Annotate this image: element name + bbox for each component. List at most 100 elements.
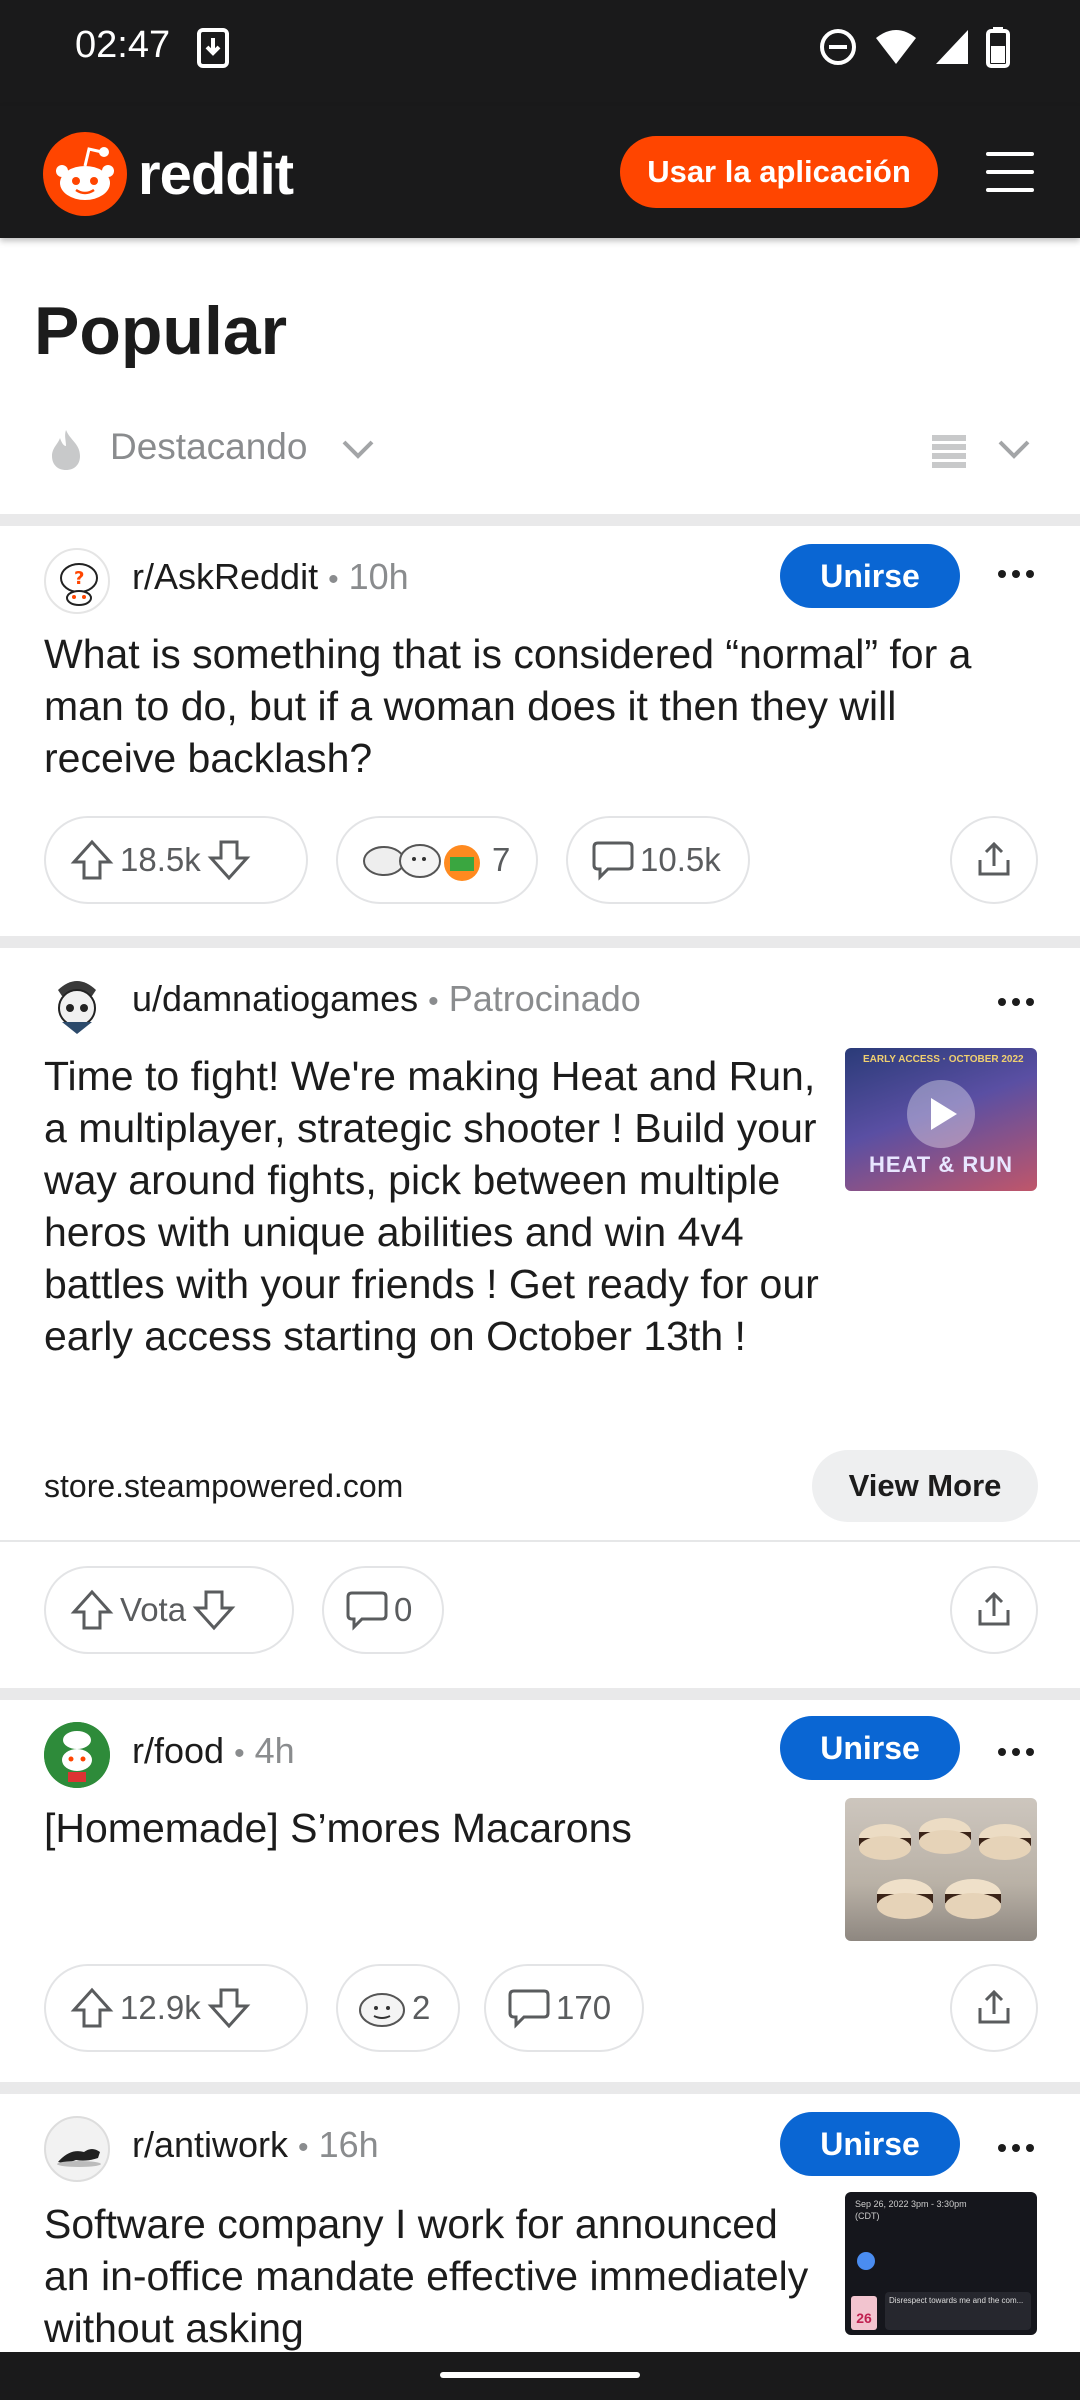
vote-count: 18.5k bbox=[120, 841, 201, 878]
status-bar: 02:47 bbox=[0, 0, 1080, 106]
meta-separator: • bbox=[298, 2131, 309, 2164]
section-divider bbox=[0, 514, 1080, 526]
signal-icon bbox=[936, 30, 968, 64]
downvote-icon[interactable] bbox=[190, 1586, 238, 1634]
share-icon bbox=[978, 1989, 1010, 2024]
download-icon bbox=[197, 28, 229, 68]
post-actions: Vota 0 bbox=[44, 1566, 1038, 1654]
view-chevron-down-icon[interactable] bbox=[996, 436, 1032, 464]
sponsored-tag: Patrocinado bbox=[448, 978, 641, 1019]
post-age: 16h bbox=[318, 2124, 379, 2165]
share-button[interactable] bbox=[950, 816, 1038, 904]
ad-domain-link[interactable]: store.steampowered.com bbox=[44, 1468, 403, 1505]
meta-separator: • bbox=[234, 1737, 245, 1770]
do-not-disturb-icon bbox=[820, 29, 856, 65]
more-options-icon[interactable] bbox=[992, 2138, 1040, 2158]
comments-button[interactable]: 0 bbox=[322, 1566, 444, 1654]
wifi-icon bbox=[876, 30, 916, 64]
comment-icon bbox=[592, 841, 634, 881]
username[interactable]: u/damnatiogames bbox=[132, 978, 418, 1020]
post-actions: 12.9k 2 170 bbox=[44, 1964, 1038, 2052]
subreddit-avatar: ? bbox=[44, 548, 110, 614]
card-view-icon[interactable] bbox=[930, 432, 968, 470]
comment-count: 10.5k bbox=[640, 841, 721, 878]
flame-icon bbox=[52, 430, 80, 470]
vote-label: Vota bbox=[120, 1591, 187, 1628]
more-options-icon[interactable] bbox=[992, 992, 1040, 1012]
hamburger-menu-icon[interactable] bbox=[982, 148, 1038, 196]
share-button[interactable] bbox=[950, 1566, 1038, 1654]
thumb-date-badge: 26 bbox=[851, 2296, 877, 2330]
share-icon bbox=[978, 1591, 1010, 1626]
upvote-icon[interactable] bbox=[68, 1984, 116, 2032]
status-icons bbox=[818, 26, 1010, 68]
comments-button[interactable]: 170 bbox=[484, 1964, 644, 2052]
chevron-down-icon[interactable] bbox=[340, 436, 376, 464]
vote-control: Vota bbox=[44, 1566, 294, 1654]
subreddit-avatar bbox=[44, 2116, 110, 2182]
post-title[interactable]: What is something that is considered “no… bbox=[44, 628, 1034, 784]
post-title[interactable]: Time to fight! We're making Heat and Run… bbox=[44, 1050, 824, 1362]
comment-count: 0 bbox=[394, 1591, 413, 1628]
upvote-icon[interactable] bbox=[68, 1586, 116, 1634]
share-icon bbox=[978, 841, 1010, 876]
join-button[interactable]: Unirse bbox=[780, 1716, 960, 1780]
view-more-button[interactable]: View More bbox=[812, 1450, 1038, 1522]
post-meta: u/damnatiogames • Patrocinado bbox=[132, 978, 641, 1020]
reddit-snoo-icon bbox=[43, 132, 127, 216]
post-age: 4h bbox=[254, 1730, 295, 1771]
thumb-card-text: Disrespect towards me and the com... bbox=[889, 2296, 1024, 2305]
open-app-button[interactable]: Usar la aplicación bbox=[620, 136, 938, 208]
post-meta: r/AskReddit • 10h bbox=[132, 556, 409, 598]
more-options-icon[interactable] bbox=[992, 564, 1040, 584]
vote-control: 12.9k bbox=[44, 1964, 308, 2052]
sort-dropdown-label[interactable]: Destacando bbox=[110, 426, 307, 468]
damnatio-avatar-icon bbox=[58, 981, 96, 1034]
thin-divider bbox=[0, 1540, 1080, 1542]
vote-control: 18.5k bbox=[44, 816, 308, 904]
subreddit-name[interactable]: r/AskReddit bbox=[132, 556, 318, 598]
downvote-icon[interactable] bbox=[205, 836, 253, 884]
thumb-card: Disrespect towards me and the com... bbox=[885, 2292, 1031, 2330]
post-card[interactable]: ? r/AskReddit • 10h Unirse What is somet… bbox=[0, 526, 1080, 936]
thumb-date-day: 26 bbox=[856, 2310, 872, 2326]
comment-count: 170 bbox=[556, 1989, 612, 2026]
post-meta: r/antiwork • 16h bbox=[132, 2124, 379, 2166]
comment-icon bbox=[508, 1989, 550, 2029]
post-thumbnail[interactable] bbox=[845, 1798, 1037, 1941]
more-options-icon[interactable] bbox=[992, 1742, 1040, 1762]
page-title: Popular bbox=[34, 293, 288, 369]
subreddit-name[interactable]: r/food bbox=[132, 1730, 224, 1772]
join-button[interactable]: Unirse bbox=[780, 2112, 960, 2176]
meta-separator: • bbox=[428, 985, 439, 1018]
macarons-image bbox=[859, 1818, 1031, 1919]
awards-count: 2 bbox=[412, 1989, 431, 2026]
reddit-logo[interactable]: reddit bbox=[42, 131, 294, 217]
post-meta: r/food • 4h bbox=[132, 1730, 295, 1772]
post-divider bbox=[0, 936, 1080, 948]
upvote-icon[interactable] bbox=[68, 836, 116, 884]
awards-icons bbox=[363, 844, 480, 881]
subreddit-avatar bbox=[44, 1722, 110, 1788]
post-title[interactable]: [Homemade] S’mores Macarons bbox=[44, 1802, 804, 1854]
home-gesture-handle[interactable] bbox=[440, 2372, 640, 2378]
food-subreddit-icon bbox=[44, 1722, 110, 1788]
downvote-icon[interactable] bbox=[205, 1984, 253, 2032]
comments-button[interactable]: 10.5k bbox=[566, 816, 750, 904]
user-avatar bbox=[44, 970, 110, 1036]
post-card[interactable]: r/antiwork • 16h Unirse Software company… bbox=[0, 2094, 1080, 2352]
share-button[interactable] bbox=[950, 1964, 1038, 2052]
post-title[interactable]: Software company I work for announced an… bbox=[44, 2198, 824, 2352]
subreddit-name[interactable]: r/antiwork bbox=[132, 2124, 288, 2166]
sort-bar: Destacando bbox=[0, 418, 1080, 482]
post-divider bbox=[0, 2082, 1080, 2094]
sponsored-post-card[interactable]: u/damnatiogames • Patrocinado Time to fi… bbox=[0, 948, 1080, 1688]
awards-button[interactable]: 7 bbox=[336, 816, 538, 904]
post-actions: 18.5k 7 10.5k bbox=[44, 816, 1038, 904]
awards-button[interactable]: 2 bbox=[336, 1964, 460, 2052]
join-button[interactable]: Unirse bbox=[780, 544, 960, 608]
meta-separator: • bbox=[328, 563, 339, 596]
post-card[interactable]: r/food • 4h Unirse [Homemade] S’mores Ma… bbox=[0, 1700, 1080, 2092]
post-thumbnail[interactable]: Sep 26, 2022 3pm - 3:30pm (CDT) Disrespe… bbox=[845, 2192, 1037, 2335]
ad-video-thumbnail[interactable]: EARLY ACCESS · OCTOBER 2022 HEAT & RUN bbox=[845, 1048, 1037, 1191]
